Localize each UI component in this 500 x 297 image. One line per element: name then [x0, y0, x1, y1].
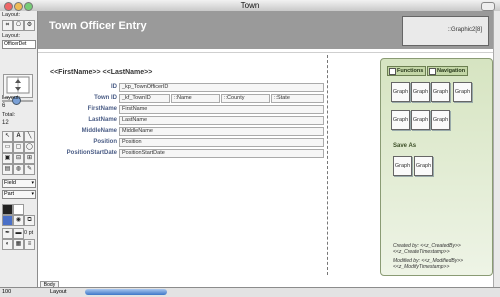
border-width-icon[interactable]: ≡: [24, 239, 35, 250]
position-field[interactable]: Position: [119, 138, 324, 147]
column-divider: [327, 55, 328, 275]
name-merge-field[interactable]: <<FirstName>> <<LastName>>: [50, 69, 152, 76]
pen-pattern-icon[interactable]: ▬: [13, 228, 24, 239]
vertical-scrollbar[interactable]: [493, 11, 500, 287]
format-painter-icon[interactable]: ✎: [24, 164, 35, 175]
created-timestamp-text: <<z_CreateTimestamp>>: [393, 249, 450, 255]
tab-control-tool-icon[interactable]: ⊟: [13, 153, 24, 164]
nav-graphic-button[interactable]: Graph: [391, 82, 410, 102]
id-field[interactable]: _kp_TownOfficerID: [119, 83, 324, 92]
nav-graphic-button[interactable]: Graph: [391, 110, 410, 130]
tab-navigation[interactable]: Navigation: [427, 66, 469, 76]
button-tool-icon[interactable]: ▣: [2, 153, 13, 164]
town-state-field[interactable]: ::State: [271, 94, 324, 103]
layout-setup-icon[interactable]: ⚙: [24, 20, 35, 31]
fill-pattern-icon[interactable]: [13, 204, 24, 215]
layout-number: 6: [2, 103, 6, 109]
tab-navigation-label: Navigation: [437, 68, 466, 74]
nav-graphic-button[interactable]: Graph: [431, 82, 450, 102]
header-divider: [38, 52, 493, 53]
modified-timestamp-text: <<z_ModifyTimestamp>>: [393, 264, 450, 270]
layout-label: Layout:: [2, 33, 21, 39]
position-label: Position: [93, 139, 117, 145]
graphic-container-field[interactable]: ::Graphic2[8]: [402, 16, 489, 46]
mode-popup[interactable]: Layout: [50, 289, 67, 295]
position-start-label: PositionStartDate: [66, 150, 117, 156]
total-count: 12: [2, 120, 9, 126]
pen-color-icon[interactable]: ✒: [2, 228, 13, 239]
save-as-graphic-button[interactable]: Graph: [414, 156, 433, 176]
town-name-field[interactable]: ::Name: [171, 94, 220, 103]
rounded-rect-tool-icon[interactable]: ▢: [13, 142, 24, 153]
part-tool-select[interactable]: Part: [2, 190, 36, 199]
lock-icon[interactable]: ⎔: [13, 20, 24, 31]
status-area-title: Layout:: [2, 12, 21, 18]
tab-navigation-checkbox-icon: [429, 68, 436, 75]
field-tool-select[interactable]: Field: [2, 179, 36, 188]
nav-graphic-button[interactable]: Graph: [431, 110, 450, 130]
graphic-field-name: ::Graphic2[8]: [447, 27, 482, 33]
layout-header: Town Officer Entry ::Graphic2[8]: [38, 11, 493, 49]
oval-tool-icon[interactable]: ◯: [24, 142, 35, 153]
line-tool-icon[interactable]: ╲: [24, 131, 35, 142]
tab-functions[interactable]: Functions: [387, 66, 427, 76]
line-width-value[interactable]: 0 pt: [24, 230, 33, 236]
navigation-panel: Functions Navigation Graph Graph Graph G…: [380, 58, 493, 276]
portal-tool-icon[interactable]: ⊞: [24, 153, 35, 164]
pattern-palette-icon[interactable]: ▦: [13, 239, 24, 250]
fill-color-icon[interactable]: [2, 204, 13, 215]
position-start-field[interactable]: PositionStartDate: [119, 149, 324, 158]
layout-canvas: Town Officer Entry ::Graphic2[8] <<First…: [38, 11, 493, 287]
firstname-field[interactable]: FirstName: [119, 105, 324, 114]
page-title: Town Officer Entry: [49, 20, 147, 32]
embossed-icon[interactable]: ⧉: [24, 215, 35, 226]
middlename-field[interactable]: MiddleName: [119, 127, 324, 136]
nav-graphic-button[interactable]: Graph: [453, 82, 472, 102]
color-palette-icon[interactable]: ◐: [2, 239, 13, 250]
lastname-label: LastName: [88, 117, 117, 123]
save-as-graphic-button[interactable]: Graph: [393, 156, 412, 176]
total-label: Total:: [2, 112, 16, 118]
tab-functions-checkbox-icon: [389, 68, 396, 75]
layout-select[interactable]: OfficerDet: [2, 40, 36, 49]
pointer-tool-icon[interactable]: ↖: [2, 131, 13, 142]
layout-number-label: Layout:: [2, 95, 21, 101]
layout-mode-icon[interactable]: ⌗: [2, 20, 13, 31]
id-label: ID: [111, 84, 117, 90]
effects-icon[interactable]: [2, 215, 13, 226]
toolbar-toggle-button[interactable]: [481, 2, 495, 11]
lastname-field[interactable]: LastName: [119, 116, 324, 125]
tab-functions-label: Functions: [397, 68, 424, 74]
web-viewer-tool-icon[interactable]: ◍: [13, 164, 24, 175]
town-id-field[interactable]: _kf_TownID: [119, 94, 170, 103]
text-tool-icon[interactable]: A: [13, 131, 24, 142]
rectangle-tool-icon[interactable]: ▭: [2, 142, 13, 153]
firstname-label: FirstName: [87, 106, 117, 112]
town-id-label: Town ID: [94, 95, 117, 101]
horizontal-scrollbar-thumb[interactable]: [85, 289, 167, 295]
status-area: Layout: ⌗ ⎔ ⚙ Layout: OfficerDet Layout:…: [0, 11, 38, 287]
field-tool-icon[interactable]: ▤: [2, 164, 13, 175]
text-color-icon[interactable]: ◉: [13, 215, 24, 226]
window-title: Town: [240, 1, 260, 10]
save-as-heading: Save As: [393, 143, 417, 149]
zoom-level[interactable]: 100: [2, 289, 11, 295]
town-county-field[interactable]: ::County: [221, 94, 270, 103]
nav-graphic-button[interactable]: Graph: [411, 82, 430, 102]
middlename-label: MiddleName: [81, 128, 117, 134]
nav-graphic-button[interactable]: Graph: [411, 110, 430, 130]
